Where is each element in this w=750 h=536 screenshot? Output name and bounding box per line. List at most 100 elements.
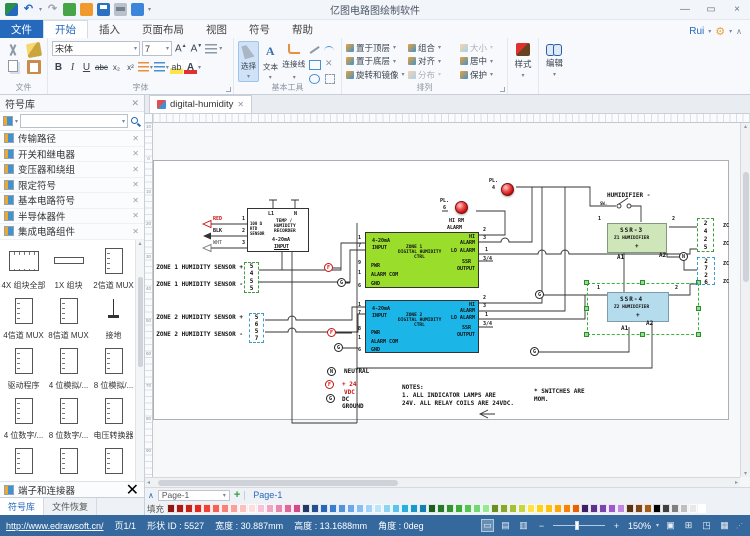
arrange-button[interactable]: 组合▾ — [408, 42, 460, 54]
arrange-button[interactable]: 置于底层▾ — [346, 55, 408, 67]
symbol-item[interactable]: 4 位模拟/... — [46, 342, 91, 392]
fit-page-icon[interactable]: ▣ — [664, 519, 677, 532]
color-swatch[interactable] — [257, 504, 265, 513]
page-tab[interactable]: Page-1 — [249, 490, 286, 500]
menu-tab[interactable]: 符号 — [238, 20, 281, 38]
symbol-item[interactable] — [91, 442, 136, 482]
select-tool-button[interactable]: 选择 ▾ — [238, 41, 259, 82]
color-swatch[interactable] — [536, 504, 544, 513]
library-list-item[interactable]: 基本电路符号 ✕ — [0, 193, 144, 209]
color-swatch[interactable] — [698, 504, 706, 513]
color-swatch[interactable] — [464, 504, 472, 513]
library-list-item[interactable]: 集成电路组件 ✕ — [0, 224, 144, 240]
horizontal-scrollbar[interactable]: ◂ ▸ — [145, 477, 740, 487]
panel-close-icon[interactable]: ✕ — [131, 98, 139, 109]
color-swatch[interactable] — [383, 504, 391, 513]
menu-tab[interactable]: 页面布局 — [131, 20, 195, 38]
align-caret-icon[interactable]: ▾ — [219, 45, 222, 52]
color-swatch[interactable] — [410, 504, 418, 513]
document-tab[interactable]: digital-humidity ✕ — [149, 95, 252, 113]
collapse-ribbon-icon[interactable]: ∧ — [736, 27, 742, 36]
arrange-dialog-launcher[interactable] — [500, 87, 505, 92]
outline-view-icon[interactable]: ▤ — [499, 519, 512, 532]
symbol-item[interactable]: 2信道 MUX — [91, 242, 136, 292]
color-swatch[interactable] — [311, 504, 319, 513]
color-swatch[interactable] — [428, 504, 436, 513]
font-color-button[interactable]: A — [184, 60, 197, 74]
list-caret-icon[interactable]: ▾ — [166, 64, 169, 71]
copy-icon[interactable] — [8, 60, 18, 72]
color-swatch[interactable] — [365, 504, 373, 513]
selection-handle[interactable] — [584, 280, 589, 285]
color-swatch[interactable] — [356, 504, 364, 513]
color-swatch[interactable] — [680, 504, 688, 513]
qat-more-caret-icon[interactable]: ▾ — [148, 6, 151, 13]
temp-humidity-recorder-shape[interactable]: L1 N 100 Ω RTD SENSOR TEMP / HUMIDITY RE… — [247, 208, 309, 252]
page-selector[interactable]: Page-1▾ — [158, 490, 230, 501]
symbol-item[interactable]: 驱动程序 — [1, 342, 46, 392]
symbol-item[interactable]: 4X 组块全部 — [1, 242, 46, 292]
undo-caret-icon[interactable]: ▾ — [39, 6, 42, 13]
grid-icon[interactable]: ▦ — [718, 519, 731, 532]
sidebar-tab[interactable]: 文件恢复 — [44, 498, 97, 515]
vertical-scrollbar[interactable]: ▴ ▾ — [740, 123, 750, 477]
arrange-button[interactable]: 置于顶层▾ — [346, 42, 408, 54]
color-swatch[interactable] — [509, 504, 517, 513]
symbol-item[interactable] — [46, 442, 91, 482]
zoom-out-button[interactable]: − — [535, 519, 548, 532]
gallery-scroll-thumb[interactable] — [138, 277, 143, 367]
color-swatch[interactable] — [221, 504, 229, 513]
color-swatch[interactable] — [572, 504, 580, 513]
color-swatch[interactable] — [302, 504, 310, 513]
superscript-button[interactable]: x² — [124, 60, 137, 74]
font-size-select[interactable]: 7▾ — [142, 41, 172, 56]
freeform-tool-icon[interactable] — [323, 58, 337, 71]
symbol-item[interactable] — [1, 442, 46, 482]
library-list-item[interactable]: 变压器和绕组 ✕ — [0, 162, 144, 178]
bold-button[interactable]: B — [52, 60, 65, 74]
color-swatch[interactable] — [437, 504, 445, 513]
menu-tab[interactable]: 视图 — [195, 20, 238, 38]
subscript-button[interactable]: x₂ — [110, 60, 123, 74]
arc-tool-icon[interactable] — [323, 44, 337, 57]
save-icon[interactable] — [97, 3, 110, 16]
collapse-pagebar-icon[interactable]: ∧ — [148, 491, 154, 500]
color-swatch[interactable] — [689, 504, 697, 513]
color-swatch[interactable] — [653, 504, 661, 513]
color-swatch[interactable] — [554, 504, 562, 513]
close-button[interactable]: × — [724, 4, 750, 15]
new-document-icon[interactable] — [63, 3, 76, 16]
bullet-list-icon[interactable] — [154, 62, 165, 72]
color-swatch[interactable] — [545, 504, 553, 513]
format-painter-icon[interactable] — [26, 42, 42, 58]
color-swatch[interactable] — [482, 504, 490, 513]
indicator-lamp-pl6[interactable] — [455, 201, 468, 214]
color-swatch[interactable] — [518, 504, 526, 513]
symbol-item[interactable]: 1X 组块 — [46, 242, 91, 292]
scroll-left-icon[interactable]: ◂ — [147, 479, 150, 486]
arrange-button[interactable]: 对齐▾ — [408, 55, 460, 67]
library-item-close-icon[interactable]: ✕ — [132, 227, 139, 236]
align-text-icon[interactable] — [205, 44, 217, 54]
horizontal-scroll-thumb[interactable] — [158, 480, 398, 486]
search-icon[interactable] — [131, 117, 138, 124]
underline-button[interactable]: U — [80, 60, 93, 74]
color-swatch[interactable] — [338, 504, 346, 513]
color-swatch[interactable] — [590, 504, 598, 513]
color-swatch[interactable] — [401, 504, 409, 513]
color-swatch[interactable] — [347, 504, 355, 513]
color-swatch[interactable] — [662, 504, 670, 513]
normal-view-icon[interactable]: ▭ — [481, 519, 494, 532]
magnifier-icon[interactable]: ◳ — [700, 519, 713, 532]
strikethrough-button[interactable]: abc — [94, 60, 109, 74]
ssr3-terminal-block[interactable]: 2425 — [697, 218, 714, 252]
color-swatch[interactable] — [599, 504, 607, 513]
selection-handle[interactable] — [584, 306, 589, 311]
color-swatch[interactable] — [491, 504, 499, 513]
scroll-up-icon[interactable]: ▴ — [744, 123, 747, 130]
gear-icon[interactable]: ⚙ — [715, 25, 725, 38]
library-list-item[interactable]: 开关和继电器 ✕ — [0, 147, 144, 163]
color-swatch[interactable] — [527, 504, 535, 513]
library-icon[interactable] — [3, 116, 13, 126]
gallery-scrollbar[interactable]: ▴ — [135, 240, 144, 482]
